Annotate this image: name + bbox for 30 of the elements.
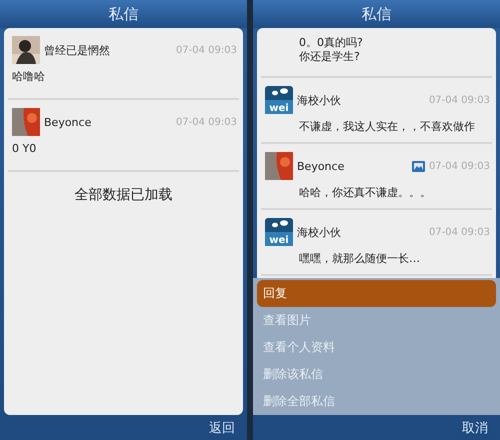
message-text: 嘿嘿，就那么随便一长… xyxy=(298,252,421,266)
menu-item[interactable]: 删除全部私信 xyxy=(257,388,496,415)
sender-name: Beyonce xyxy=(44,116,92,128)
menu-item[interactable]: 回复 xyxy=(257,280,496,307)
menu-item[interactable]: 查看图片 xyxy=(257,307,496,334)
sender-name: 曾经已是惘然 xyxy=(44,42,111,58)
message-time: 07-04 09:03 xyxy=(428,94,490,106)
message-text: 哈噜哈 xyxy=(12,70,46,84)
message-text: 你还是学生? xyxy=(298,50,361,64)
message-text: 不谦虚，我这人实在，，不喜欢做作 xyxy=(298,120,476,134)
message-time: 07-04 09:03 xyxy=(428,160,490,172)
screen-title: 私信 xyxy=(253,0,500,28)
menu-item[interactable]: 查看个人资料 xyxy=(257,334,496,361)
message-time: 07-04 09:03 xyxy=(176,44,237,56)
logo-icon: wei xyxy=(265,218,293,246)
message-text: 0 Y0 xyxy=(12,142,38,156)
message-text: 哈哈，你还真不谦虚。。。 xyxy=(298,186,432,200)
footer-button[interactable]: 返回 xyxy=(207,416,237,438)
message-time: 07-04 09:03 xyxy=(176,116,237,128)
screen-title: 私信 xyxy=(0,0,247,28)
menu-item[interactable]: 删除该私信 xyxy=(257,361,496,388)
sender-name: 海校小伙 xyxy=(297,92,342,108)
load-status: 全部数据已加载 xyxy=(74,186,174,204)
message-text: 0。0真的吗? xyxy=(298,36,364,50)
sender-name: 海校小伙 xyxy=(297,224,342,240)
sender-name: Beyonce xyxy=(297,160,346,172)
image-icon xyxy=(412,160,425,172)
message-time: 07-04 09:03 xyxy=(428,226,490,238)
logo-icon: wei xyxy=(265,86,293,114)
footer-button[interactable]: 取消 xyxy=(460,416,490,438)
